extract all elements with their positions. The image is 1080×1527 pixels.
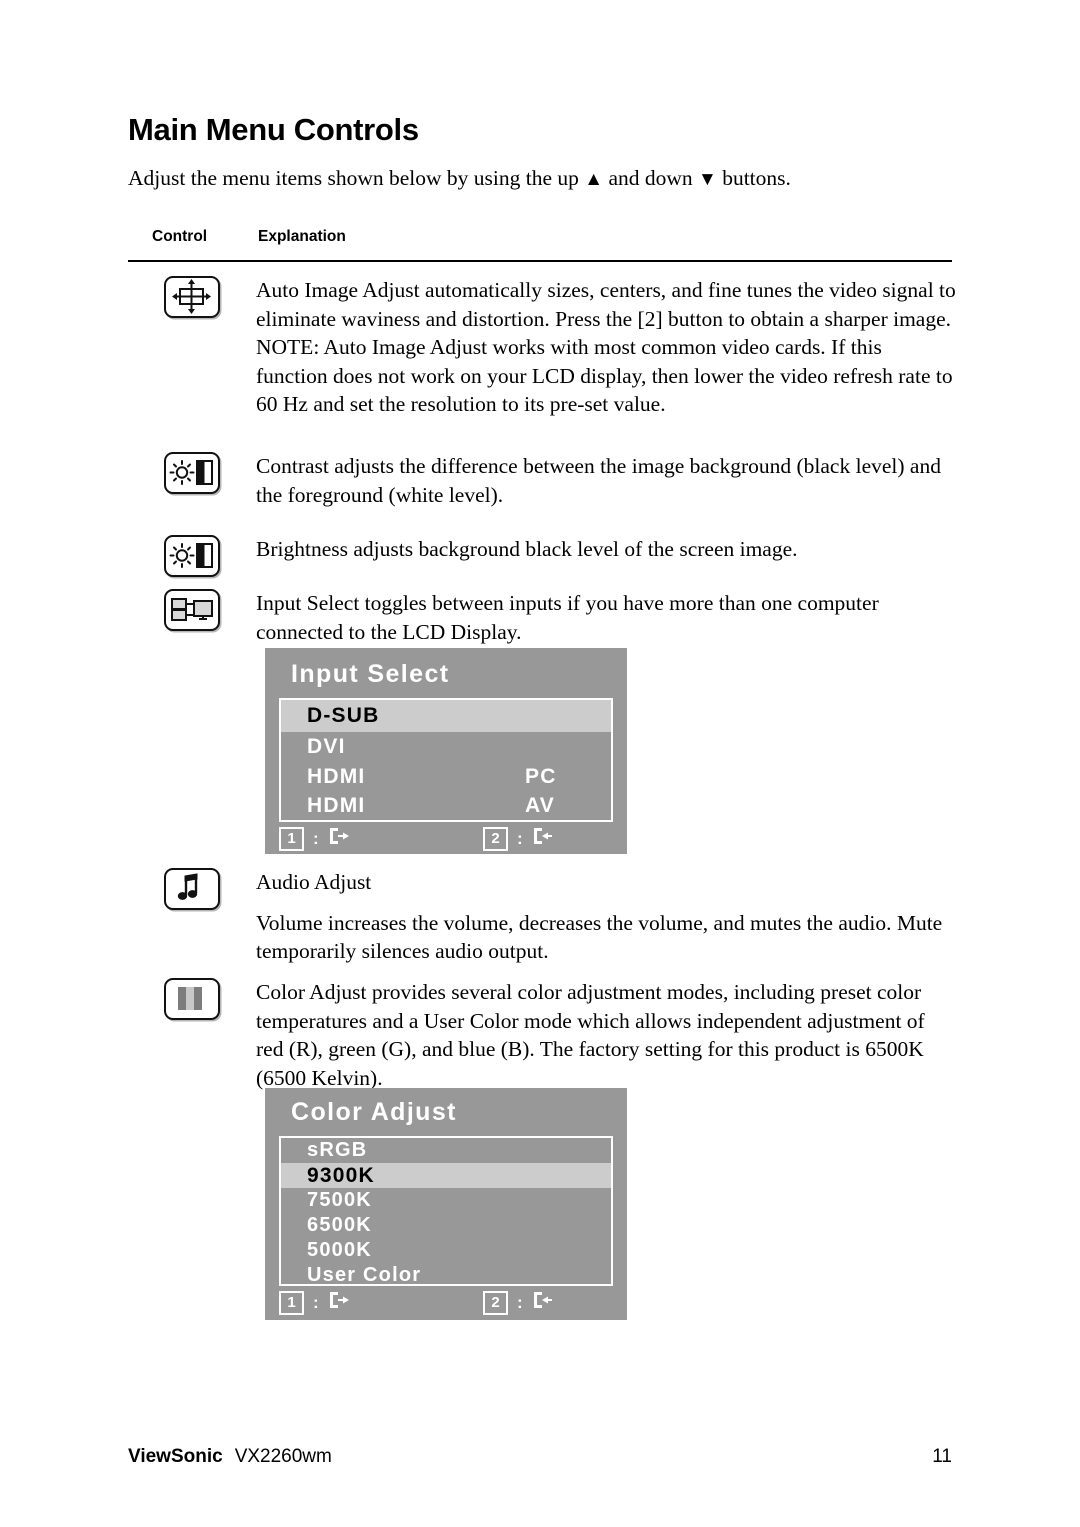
osd-key-1-separator: : <box>313 1292 319 1312</box>
explanation-paragraph: Contrast adjusts the difference between … <box>256 454 941 507</box>
icon-cell <box>164 589 222 635</box>
input-select-icon <box>164 589 220 631</box>
osd-input-select: Input Select D-SUB DVI HDMI PC HDMI AV 1… <box>265 648 627 854</box>
explanation-paragraph: Volume increases the volume, decreases t… <box>256 910 943 964</box>
explanation-paragraph: Input Select toggles between inputs if y… <box>256 591 879 644</box>
intro-text-after: buttons. <box>716 166 791 190</box>
explanation-cell: Brightness adjusts background black leve… <box>256 535 956 564</box>
osd-key-1[interactable]: 1 : <box>279 826 350 851</box>
intro-paragraph: Adjust the menu items shown below by usi… <box>128 165 791 192</box>
osd-menu-list: sRGB 9300K 7500K 6500K 5000K User Color <box>279 1136 613 1286</box>
audio-adjust-icon <box>164 868 220 910</box>
explanation-cell: Auto Image Adjust automatically sizes, c… <box>256 276 956 419</box>
osd-key-2-label: 2 <box>483 1290 508 1315</box>
osd-key-2-separator: : <box>517 828 523 848</box>
osd-key-1-separator: : <box>313 828 319 848</box>
down-triangle-icon: ▼ <box>698 169 717 190</box>
column-header-control: Control <box>152 228 208 245</box>
up-triangle-icon: ▲ <box>584 169 604 190</box>
osd-key-1[interactable]: 1 : <box>279 1290 350 1315</box>
auto-image-adjust-icon <box>164 276 220 318</box>
contrast-icon <box>164 452 220 494</box>
osd-item-label: HDMI <box>307 793 366 817</box>
icon-cell <box>164 535 222 581</box>
osd-menu-list: D-SUB DVI HDMI PC HDMI AV <box>279 698 613 822</box>
page-title: Main Menu Controls <box>128 112 419 147</box>
osd-key-2-label: 2 <box>483 826 508 851</box>
osd-menu-item-7500k[interactable]: 7500K <box>281 1188 611 1213</box>
osd-item-label: User Color <box>307 1264 422 1286</box>
osd-item-label: HDMI <box>307 764 366 788</box>
footer-brand: ViewSonic <box>128 1446 223 1467</box>
page-number: 11 <box>932 1446 952 1467</box>
osd-item-label: sRGB <box>307 1139 368 1161</box>
osd-item-label: D-SUB <box>307 704 380 727</box>
audio-adjust-label: Audio Adjust <box>256 870 372 894</box>
page-footer: ViewSonic VX2260wm 11 <box>128 1446 952 1468</box>
osd-menu-item-6500k[interactable]: 6500K <box>281 1213 611 1238</box>
osd-key-2[interactable]: 2 : <box>483 826 554 851</box>
osd-item-label: 7500K <box>307 1189 372 1211</box>
intro-text-middle: and down <box>603 166 699 190</box>
osd-item-value: PC <box>525 764 557 788</box>
osd-menu-item-d-sub[interactable]: D-SUB <box>281 700 611 732</box>
explanation-cell: Color Adjust provides several color adju… <box>256 978 956 1092</box>
osd-item-label: DVI <box>307 735 346 758</box>
osd-item-label: 5000K <box>307 1239 372 1261</box>
icon-cell <box>164 276 222 322</box>
enter-icon <box>532 826 554 851</box>
osd-menu-item-9300k[interactable]: 9300K <box>281 1163 611 1188</box>
footer-model: VX2260wm <box>234 1446 332 1467</box>
intro-text-before: Adjust the menu items shown below by usi… <box>128 166 585 190</box>
osd-title: Input Select <box>291 660 450 688</box>
osd-item-label: 6500K <box>307 1214 372 1236</box>
document-page: Main Menu Controls Adjust the menu items… <box>0 0 1080 1527</box>
color-adjust-icon <box>164 978 220 1020</box>
explanation-note: NOTE: Auto Image Adjust works with most … <box>256 335 953 417</box>
osd-item-label: 9300K <box>307 1163 375 1187</box>
osd-menu-item-5000k[interactable]: 5000K <box>281 1238 611 1263</box>
icon-cell <box>164 868 222 914</box>
enter-icon <box>532 1290 554 1315</box>
icon-cell <box>164 978 222 1024</box>
explanation-cell: Audio Adjust Volume increases the volume… <box>256 868 956 966</box>
explanation-cell: Input Select toggles between inputs if y… <box>256 589 956 646</box>
osd-title: Color Adjust <box>291 1098 457 1126</box>
brightness-icon <box>164 535 220 577</box>
icon-cell <box>164 452 222 498</box>
exit-icon <box>328 826 350 851</box>
column-header-explanation: Explanation <box>258 228 346 245</box>
explanation-paragraph: Brightness adjusts background black leve… <box>256 537 798 561</box>
osd-item-value: AV <box>525 793 556 817</box>
osd-menu-item-srgb[interactable]: sRGB <box>281 1138 611 1163</box>
header-divider <box>128 260 952 262</box>
osd-key-1-label: 1 <box>279 1290 304 1315</box>
osd-key-2[interactable]: 2 : <box>483 1290 554 1315</box>
osd-menu-item-user-color[interactable]: User Color <box>281 1263 611 1286</box>
osd-color-adjust: Color Adjust sRGB 9300K 7500K 6500K 5000… <box>265 1088 627 1320</box>
explanation-paragraph: Auto Image Adjust automatically sizes, c… <box>256 278 956 331</box>
osd-menu-item-hdmi-pc[interactable]: HDMI PC <box>281 762 611 791</box>
osd-key-2-separator: : <box>517 1292 523 1312</box>
exit-icon <box>328 1290 350 1315</box>
osd-menu-item-dvi[interactable]: DVI <box>281 732 611 762</box>
osd-key-1-label: 1 <box>279 826 304 851</box>
osd-menu-item-hdmi-av[interactable]: HDMI AV <box>281 791 611 820</box>
explanation-cell: Contrast adjusts the difference between … <box>256 452 956 509</box>
explanation-paragraph: Color Adjust provides several color adju… <box>256 980 925 1090</box>
